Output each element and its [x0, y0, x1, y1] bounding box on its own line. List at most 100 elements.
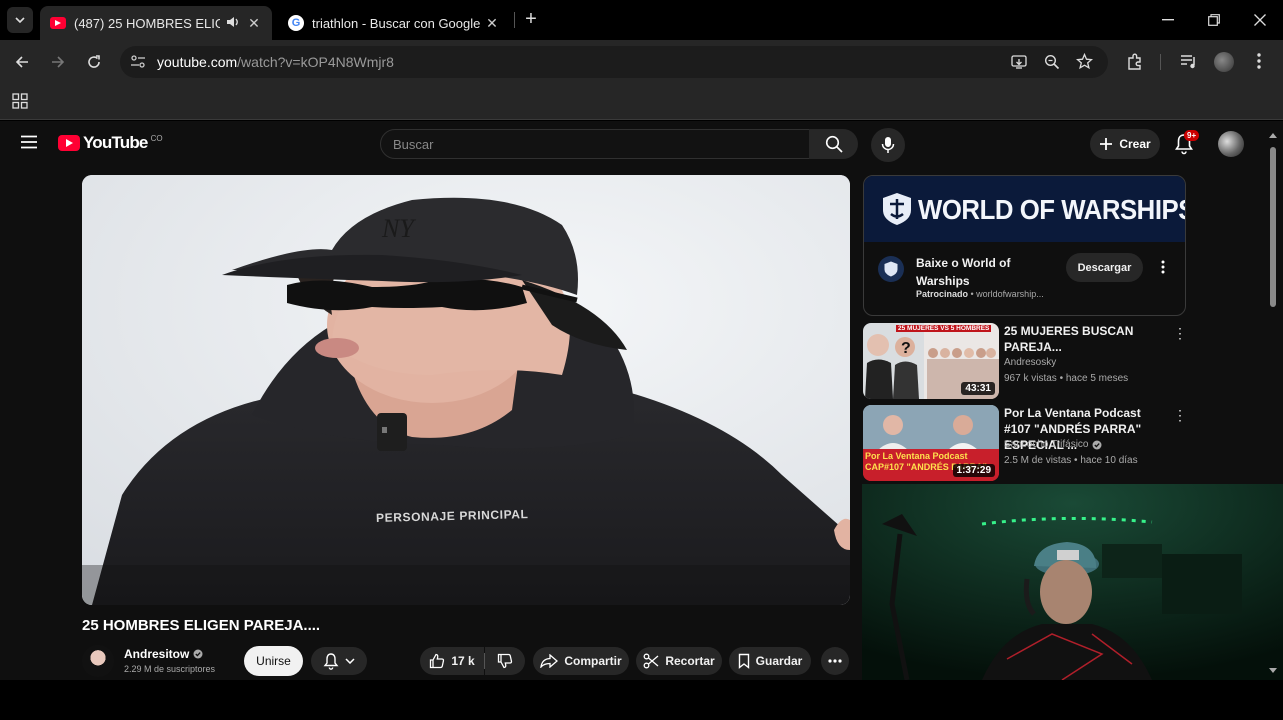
save-button[interactable]: Guardar [729, 647, 811, 675]
reload-button[interactable] [82, 50, 106, 74]
country-code: CO [150, 133, 163, 143]
video-duration: 43:31 [961, 382, 995, 395]
chevron-down-icon [15, 17, 25, 23]
microphone-icon [881, 137, 895, 153]
restore-button[interactable] [1191, 0, 1237, 40]
back-button[interactable] [10, 50, 34, 74]
youtube-logo[interactable]: YouTube CO [58, 133, 163, 153]
clip-label: Recortar [665, 654, 715, 668]
tab-strip: (487) 25 HOMBRES ELIGEN ✕ G triathlon - … [0, 0, 1283, 40]
ad-download-button[interactable]: Descargar [1066, 253, 1143, 282]
notification-badge: 9+ [1184, 130, 1200, 141]
bell-icon [323, 653, 339, 670]
clip-button[interactable]: Recortar [636, 647, 722, 675]
ad-card[interactable]: WORLD OF WARSHIPS Baixe o World of Warsh… [863, 175, 1186, 316]
tab-google[interactable]: G triathlon - Buscar con Google ✕ [278, 6, 510, 40]
notifications-button[interactable]: 9+ [1174, 130, 1200, 157]
recommendation-item[interactable]: ? 25 MUJERES VS 5 HOMBRES 43:31 25 MUJER… [863, 323, 1193, 399]
install-app-icon[interactable] [1011, 54, 1027, 75]
ad-logo [878, 256, 904, 282]
ad-more-icon[interactable] [1161, 260, 1165, 279]
dislike-button[interactable] [485, 647, 525, 675]
minimize-button[interactable] [1145, 0, 1191, 40]
toolbar-divider [1160, 54, 1161, 70]
youtube-favicon-icon [50, 17, 66, 29]
tab-youtube[interactable]: (487) 25 HOMBRES ELIGEN ✕ [40, 6, 272, 40]
channel-avatar[interactable] [82, 645, 114, 677]
warships-shield-icon [884, 261, 898, 277]
join-button[interactable]: Unirse [244, 646, 303, 676]
account-avatar[interactable] [1218, 131, 1244, 157]
url-text[interactable]: youtube.com/watch?v=kOP4N8Wmjr8 [157, 54, 394, 70]
thumbs-up-icon [430, 653, 445, 669]
svg-text:NY: NY [381, 214, 416, 243]
close-icon [1254, 14, 1266, 26]
notification-bell-button[interactable] [311, 647, 367, 675]
webcam-overlay [862, 484, 1283, 680]
recommendation-channel[interactable]: Andresosky [1004, 357, 1056, 368]
video-thumbnail[interactable]: Por La Ventana Podcast CAP#107 "ANDRÉS P… [863, 405, 999, 481]
bookmark-star-icon[interactable] [1075, 52, 1094, 75]
restore-icon [1208, 14, 1220, 26]
video-title: 25 HOMBRES ELIGEN PAREJA.... [82, 617, 321, 634]
media-controls-icon[interactable] [1180, 54, 1198, 75]
video-thumbnail[interactable]: ? 25 MUJERES VS 5 HOMBRES 43:31 [863, 323, 999, 399]
like-button[interactable]: 17 k [420, 647, 484, 675]
svg-text:?: ? [901, 340, 911, 357]
view-count: 2.5 M de vistas [1004, 455, 1072, 466]
address-bar[interactable]: youtube.com/watch?v=kOP4N8Wmjr8 [120, 46, 1108, 78]
verified-icon [1092, 440, 1101, 449]
more-actions-button[interactable] [821, 647, 849, 675]
arrow-left-icon [15, 56, 28, 68]
close-tab-icon[interactable]: ✕ [484, 15, 500, 32]
extensions-icon[interactable] [1126, 53, 1144, 76]
profile-avatar[interactable] [1214, 52, 1234, 72]
youtube-logo-text: YouTube [83, 133, 148, 152]
video-duration: 1:37:29 [952, 464, 995, 477]
ad-banner[interactable]: WORLD OF WARSHIPS [864, 176, 1185, 242]
ad-sponsored-label: Patrocinado [916, 289, 969, 299]
share-button[interactable]: Compartir [533, 647, 629, 675]
apps-grid-icon[interactable] [12, 93, 28, 114]
forward-button[interactable] [46, 50, 70, 74]
more-options-icon[interactable]: ⋮ [1173, 407, 1187, 424]
ad-meta: Patrocinado • worldofwarship... [916, 289, 1044, 299]
channel-name[interactable]: Andresitow [124, 647, 203, 661]
more-options-icon[interactable]: ⋮ [1173, 325, 1187, 342]
zoom-icon[interactable] [1044, 54, 1060, 75]
page-scrollbar[interactable] [1269, 133, 1277, 673]
close-tab-icon[interactable]: ✕ [246, 15, 262, 32]
url-path: /watch?v=kOP4N8Wmjr8 [237, 54, 394, 70]
search-input[interactable]: Buscar [380, 129, 810, 159]
video-frame: NY [82, 175, 850, 605]
share-icon [540, 654, 559, 668]
like-count: 17 k [451, 654, 475, 668]
new-tab-button[interactable]: + [520, 9, 542, 31]
recommendation-channel[interactable]: Sancocho Trifásico [1004, 439, 1102, 450]
save-label: Guardar [755, 654, 803, 668]
search-button[interactable] [809, 129, 858, 159]
ad-domain: worldofwarship... [976, 289, 1044, 299]
video-player[interactable]: NY PERSONAJE PRINCIPAL [82, 175, 850, 605]
more-horizontal-icon [828, 659, 842, 663]
google-favicon-icon: G [288, 15, 304, 31]
url-host: youtube.com [157, 54, 238, 70]
thumbnail-text: 25 MUJERES VS 5 HOMBRES [896, 325, 992, 332]
warships-shield-icon [883, 193, 911, 225]
recommendation-item[interactable]: Por La Ventana Podcast CAP#107 "ANDRÉS P… [863, 405, 1193, 481]
hamburger-menu-icon[interactable] [20, 135, 38, 154]
speaker-icon[interactable] [226, 16, 240, 31]
scissors-icon [643, 653, 659, 669]
view-count: 967 k vistas [1004, 373, 1057, 384]
upload-age: hace 5 meses [1065, 373, 1129, 384]
recommendation-title[interactable]: 25 MUJERES BUSCAN PAREJA... [1004, 323, 1169, 355]
site-info-icon[interactable] [130, 54, 146, 75]
create-label: Crear [1119, 137, 1151, 151]
ad-title[interactable]: Baixe o World of Warships [916, 254, 1046, 290]
recommendation-meta: 2.5 M de vistas • hace 10 días [1004, 455, 1138, 466]
close-window-button[interactable] [1237, 0, 1283, 40]
more-menu-icon[interactable] [1256, 52, 1262, 75]
create-button[interactable]: Crear [1090, 129, 1160, 159]
voice-search-button[interactable] [871, 128, 905, 162]
tab-search-button[interactable] [7, 7, 33, 33]
